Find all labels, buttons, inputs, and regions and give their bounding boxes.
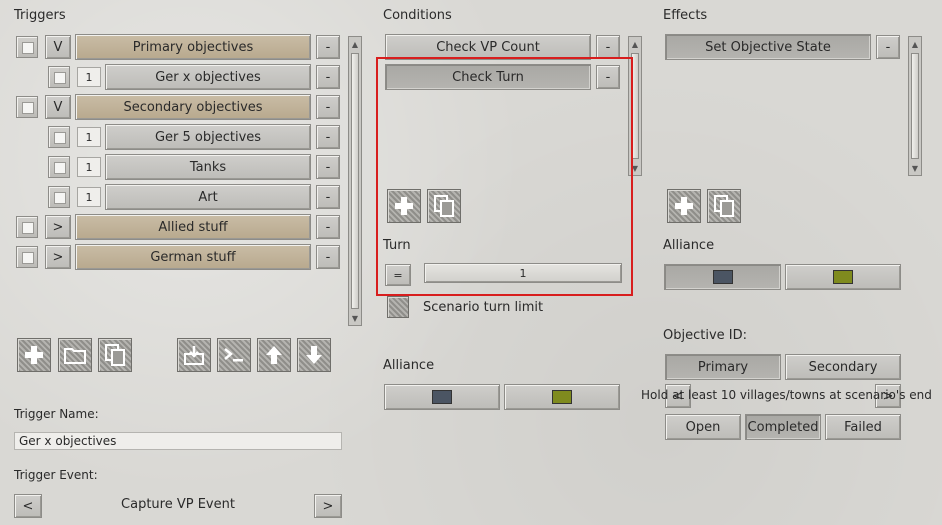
trigger-order-number: 1 xyxy=(77,157,101,177)
trigger-order-number: 1 xyxy=(77,67,101,87)
trigger-order-number: 1 xyxy=(77,127,101,147)
effect-item-set-objective-state[interactable]: Set Objective State xyxy=(665,34,871,60)
trigger-item-primary-objectives[interactable]: Primary objectives xyxy=(75,34,311,60)
objective-primary-button[interactable]: Primary xyxy=(665,354,781,380)
objective-id-label: Objective ID: xyxy=(663,328,747,343)
trigger-event-value: Capture VP Event xyxy=(121,497,235,512)
move-up-icon[interactable] xyxy=(257,338,291,372)
folder-icon[interactable] xyxy=(58,338,92,372)
trigger-checkbox[interactable] xyxy=(48,126,70,148)
remove-trigger-button[interactable]: - xyxy=(316,215,340,239)
effects-title: Effects xyxy=(663,8,708,23)
expand-toggle[interactable]: V xyxy=(45,95,71,119)
effects-alliance-allied-button[interactable] xyxy=(664,264,781,290)
trigger-checkbox[interactable] xyxy=(16,96,38,118)
scroll-up-icon[interactable]: ▲ xyxy=(909,37,921,51)
scroll-up-icon[interactable]: ▲ xyxy=(349,37,361,51)
remove-trigger-button[interactable]: - xyxy=(316,185,340,209)
add-icon[interactable] xyxy=(667,189,701,223)
objective-secondary-button[interactable]: Secondary xyxy=(785,354,901,380)
scroll-up-icon[interactable]: ▲ xyxy=(629,37,641,51)
state-failed-button[interactable]: Failed xyxy=(825,414,901,440)
axis-color-swatch xyxy=(833,270,853,284)
expand-toggle[interactable]: > xyxy=(45,245,71,269)
remove-condition-button[interactable]: - xyxy=(596,35,620,59)
trigger-item-secondary-objectives[interactable]: Secondary objectives xyxy=(75,94,311,120)
conditions-title: Conditions xyxy=(383,8,452,23)
scenario-turn-limit-checkbox[interactable] xyxy=(387,296,409,318)
trigger-item-tanks[interactable]: Tanks xyxy=(105,154,311,180)
trigger-item-allied-stuff[interactable]: Allied stuff xyxy=(75,214,311,240)
trigger-item-german-stuff[interactable]: German stuff xyxy=(75,244,311,270)
copy-icon[interactable] xyxy=(98,338,132,372)
trigger-item-ger-x-objectives[interactable]: Ger x objectives xyxy=(105,64,311,90)
triggers-scrollbar[interactable]: ▲ ▼ xyxy=(348,36,362,326)
remove-trigger-button[interactable]: - xyxy=(316,95,340,119)
conditions-alliance-label: Alliance xyxy=(383,358,435,373)
trigger-order-number: 1 xyxy=(77,187,101,207)
copy-icon[interactable] xyxy=(707,189,741,223)
allied-color-swatch xyxy=(432,390,452,404)
axis-color-swatch xyxy=(552,390,572,404)
trigger-event-label: Trigger Event: xyxy=(14,468,98,482)
effects-alliance-axis-button[interactable] xyxy=(785,264,901,290)
conditions-alliance-allied-button[interactable] xyxy=(384,384,500,410)
scroll-thumb[interactable] xyxy=(911,53,919,159)
scroll-thumb[interactable] xyxy=(351,53,359,309)
scroll-down-icon[interactable]: ▼ xyxy=(909,161,921,175)
import-icon[interactable] xyxy=(177,338,211,372)
conditions-alliance-axis-button[interactable] xyxy=(504,384,620,410)
trigger-checkbox[interactable] xyxy=(16,216,38,238)
trigger-name-input[interactable]: Ger x objectives xyxy=(14,432,342,450)
triggers-title: Triggers xyxy=(14,8,66,23)
trigger-item-art[interactable]: Art xyxy=(105,184,311,210)
remove-trigger-button[interactable]: - xyxy=(316,65,340,89)
state-completed-button[interactable]: Completed xyxy=(745,414,821,440)
expand-toggle[interactable]: > xyxy=(45,215,71,239)
effects-scrollbar[interactable]: ▲ ▼ xyxy=(908,36,922,176)
trigger-item-ger-5-objectives[interactable]: Ger 5 objectives xyxy=(105,124,311,150)
remove-trigger-button[interactable]: - xyxy=(316,245,340,269)
add-icon[interactable] xyxy=(17,338,51,372)
remove-trigger-button[interactable]: - xyxy=(316,155,340,179)
event-next-button[interactable]: > xyxy=(314,494,342,518)
allied-color-swatch xyxy=(712,270,733,284)
remove-trigger-button[interactable]: - xyxy=(316,125,340,149)
effects-alliance-label: Alliance xyxy=(663,238,715,253)
trigger-checkbox[interactable] xyxy=(16,246,38,268)
scroll-down-icon[interactable]: ▼ xyxy=(349,311,361,325)
move-down-icon[interactable] xyxy=(297,338,331,372)
trigger-checkbox[interactable] xyxy=(48,156,70,178)
trigger-name-label: Trigger Name: xyxy=(14,407,99,421)
trigger-checkbox[interactable] xyxy=(48,66,70,88)
state-open-button[interactable]: Open xyxy=(665,414,741,440)
trigger-checkbox[interactable] xyxy=(48,186,70,208)
objective-description: Hold at least 10 villages/towns at scena… xyxy=(641,388,932,402)
scenario-turn-limit-label: Scenario turn limit xyxy=(423,300,544,315)
highlight-box xyxy=(376,57,633,296)
event-prev-button[interactable]: < xyxy=(14,494,42,518)
console-icon[interactable] xyxy=(217,338,251,372)
remove-effect-button[interactable]: - xyxy=(876,35,900,59)
remove-trigger-button[interactable]: - xyxy=(316,35,340,59)
expand-toggle[interactable]: V xyxy=(45,35,71,59)
trigger-checkbox[interactable] xyxy=(16,36,38,58)
